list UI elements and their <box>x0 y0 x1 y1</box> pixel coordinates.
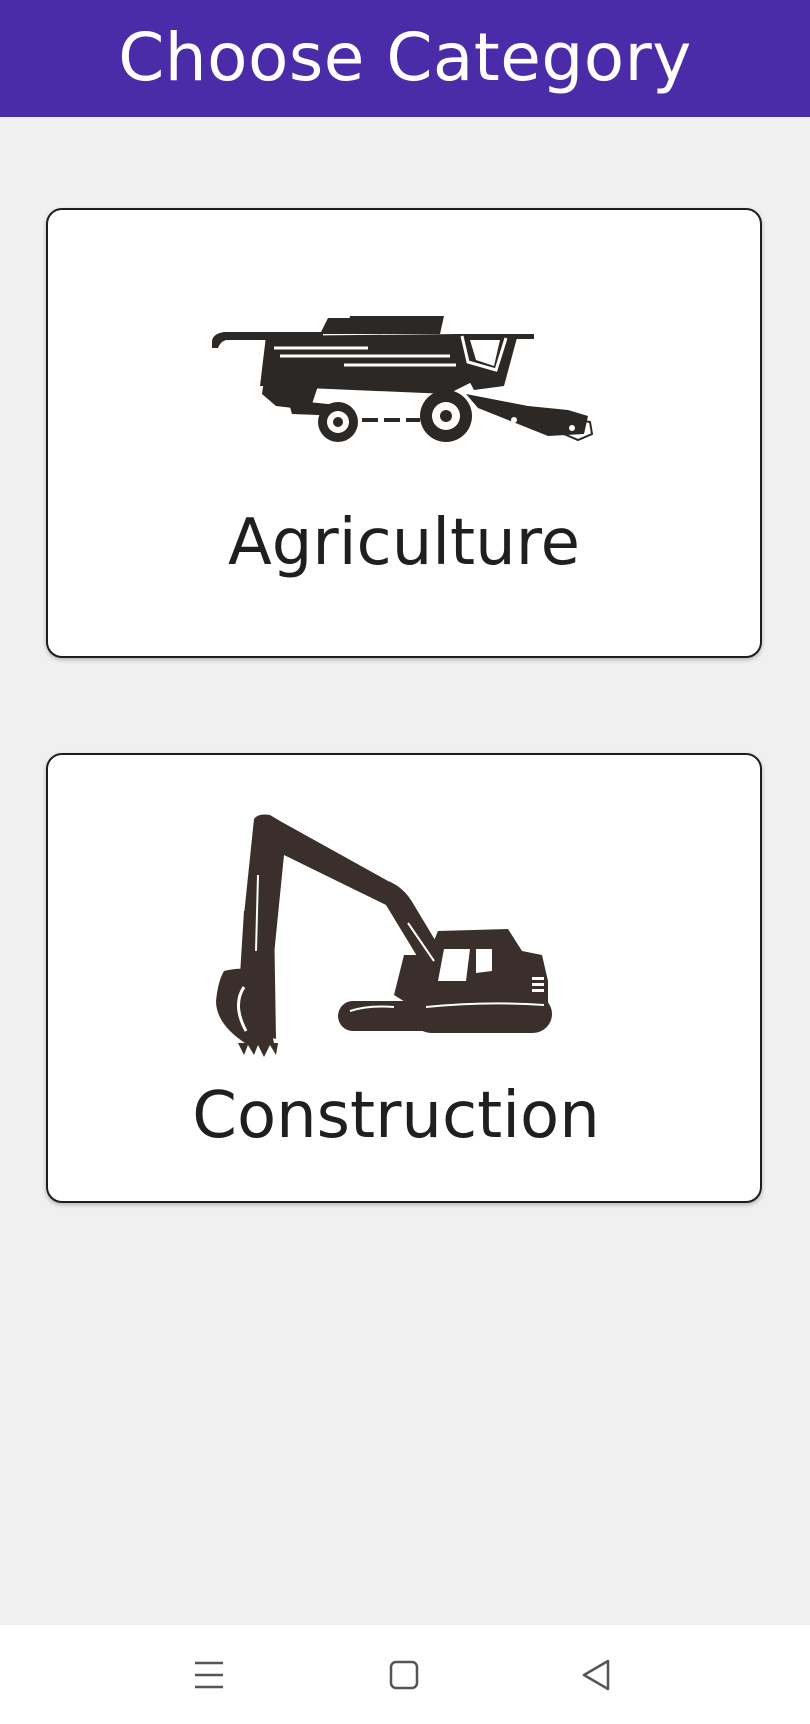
category-card-agriculture[interactable]: Agriculture <box>46 208 762 658</box>
menu-icon[interactable] <box>179 1649 239 1701</box>
category-label-agriculture: Agriculture <box>228 506 580 580</box>
category-label-construction: Construction <box>192 1079 600 1153</box>
back-icon[interactable] <box>566 1649 626 1701</box>
page-title: Choose Category <box>118 19 692 96</box>
app-header: Choose Category <box>0 0 810 117</box>
combine-harvester-icon <box>212 316 594 442</box>
excavator-icon <box>216 814 552 1057</box>
home-icon[interactable] <box>373 1649 433 1701</box>
category-card-construction[interactable]: Construction <box>46 753 762 1203</box>
system-navigation-bar <box>0 1625 810 1724</box>
